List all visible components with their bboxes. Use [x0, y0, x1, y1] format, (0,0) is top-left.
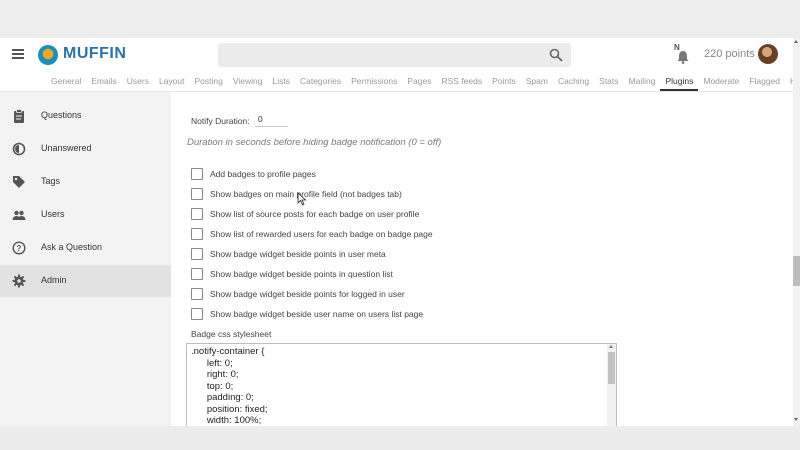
option-label: Add badges to profile pages — [210, 169, 316, 179]
sidebar: Questions Unanswered Tags Users ? Ask a … — [0, 92, 171, 426]
top-header: MUFFIN N 220 points — [0, 38, 793, 71]
tab-viewing[interactable]: Viewing — [228, 71, 268, 91]
sidebar-item-label: Tags — [41, 176, 61, 186]
tab-points[interactable]: Points — [487, 71, 521, 91]
tab-lists[interactable]: Lists — [267, 71, 294, 91]
tab-plugins[interactable]: Plugins — [660, 71, 699, 91]
tab-users[interactable]: Users — [122, 71, 154, 91]
sidebar-item-label: Unanswered — [41, 143, 92, 153]
mouse-cursor-icon — [297, 192, 307, 206]
checkbox[interactable] — [191, 308, 203, 320]
muffin-logo-icon[interactable] — [38, 45, 58, 65]
option-label: Show list of rewarded users for each bad… — [210, 229, 433, 239]
clipboard-icon — [14, 109, 24, 123]
checkbox[interactable] — [191, 268, 203, 280]
scrollbar-thumb[interactable] — [608, 352, 615, 384]
svg-text:?: ? — [17, 244, 22, 253]
tab-caching[interactable]: Caching — [553, 71, 594, 91]
tab-pages[interactable]: Pages — [402, 71, 436, 91]
search-icon[interactable] — [549, 48, 563, 62]
sidebar-item-label: Users — [41, 209, 65, 219]
notify-duration-label: Notify Duration: — [191, 116, 250, 126]
checkbox[interactable] — [191, 188, 203, 200]
checkbox[interactable] — [191, 168, 203, 180]
tab-rss-feeds[interactable]: RSS feeds — [436, 71, 487, 91]
people-icon — [12, 210, 26, 220]
tab-categories[interactable]: Categories — [295, 71, 346, 91]
sidebar-item-tags[interactable]: Tags — [0, 166, 171, 198]
textarea-scrollbar[interactable] — [607, 344, 616, 426]
sidebar-item-admin[interactable]: Admin — [0, 265, 171, 297]
browser-top-strip — [0, 0, 800, 38]
sidebar-item-label: Admin — [41, 275, 67, 285]
sidebar-item-unanswered[interactable]: Unanswered — [0, 133, 171, 165]
scroll-up-icon[interactable] — [794, 40, 798, 43]
tab-general[interactable]: General — [46, 71, 86, 91]
tag-icon — [13, 176, 25, 188]
gear-icon — [12, 274, 26, 288]
plugin-settings-panel: Notify Duration: Duration in seconds bef… — [171, 92, 793, 426]
user-points[interactable]: 220 points — [704, 48, 755, 60]
tab-stats[interactable]: Stats — [594, 71, 623, 91]
css-stylesheet-content[interactable]: .notify-container { left: 0; right: 0; t… — [187, 344, 616, 426]
option-label: Show badge widget beside points for logg… — [210, 289, 405, 299]
notification-bell[interactable]: N — [672, 43, 694, 67]
half-circle-icon — [12, 142, 26, 156]
admin-nav: General Emails Users Layout Posting Viewing Li… — [0, 71, 800, 92]
sidebar-item-ask-a-question[interactable]: ? Ask a Question — [0, 232, 171, 264]
tab-posting[interactable]: Posting — [190, 71, 228, 91]
help-circle-icon: ? — [12, 241, 26, 255]
option-label: Show badge widget beside points in quest… — [210, 269, 393, 279]
css-stylesheet-textarea[interactable]: .notify-container { left: 0; right: 0; t… — [186, 343, 617, 426]
checkbox[interactable] — [191, 208, 203, 220]
checkbox[interactable] — [191, 228, 203, 240]
page-scrollbar[interactable] — [793, 38, 800, 426]
tab-layout[interactable]: Layout — [154, 71, 190, 91]
tab-mailing[interactable]: Mailing — [624, 71, 661, 91]
tab-permissions[interactable]: Permissions — [346, 71, 402, 91]
tab-moderate[interactable]: Moderate — [698, 71, 744, 91]
search-input[interactable] — [218, 43, 571, 67]
scroll-down-icon[interactable] — [794, 418, 798, 421]
sidebar-item-label: Questions — [41, 110, 82, 120]
option-label: Show badge widget beside points in user … — [210, 249, 386, 259]
sidebar-item-questions[interactable]: Questions — [0, 100, 171, 132]
css-stylesheet-label: Badge css stylesheet — [191, 329, 272, 339]
browser-bottom-strip — [0, 426, 800, 450]
checkbox[interactable] — [191, 248, 203, 260]
notify-duration-input[interactable] — [255, 112, 288, 127]
bell-icon — [677, 51, 689, 64]
option-label: Show badge widget beside user name on us… — [210, 309, 424, 319]
tab-spam[interactable]: Spam — [521, 71, 553, 91]
tab-emails[interactable]: Emails — [86, 71, 122, 91]
site-brand[interactable]: MUFFIN — [63, 45, 126, 63]
sidebar-item-users[interactable]: Users — [0, 199, 171, 231]
avatar[interactable] — [758, 44, 778, 64]
scroll-up-icon[interactable] — [609, 345, 613, 348]
option-label: Show list of source posts for each badge… — [210, 209, 420, 219]
tab-flagged[interactable]: Flagged — [744, 71, 785, 91]
menu-icon[interactable] — [12, 49, 24, 59]
checkbox[interactable] — [191, 288, 203, 300]
sidebar-item-label: Ask a Question — [41, 242, 103, 252]
scrollbar-thumb[interactable] — [793, 256, 800, 286]
notify-duration-help: Duration in seconds before hiding badge … — [187, 137, 442, 148]
